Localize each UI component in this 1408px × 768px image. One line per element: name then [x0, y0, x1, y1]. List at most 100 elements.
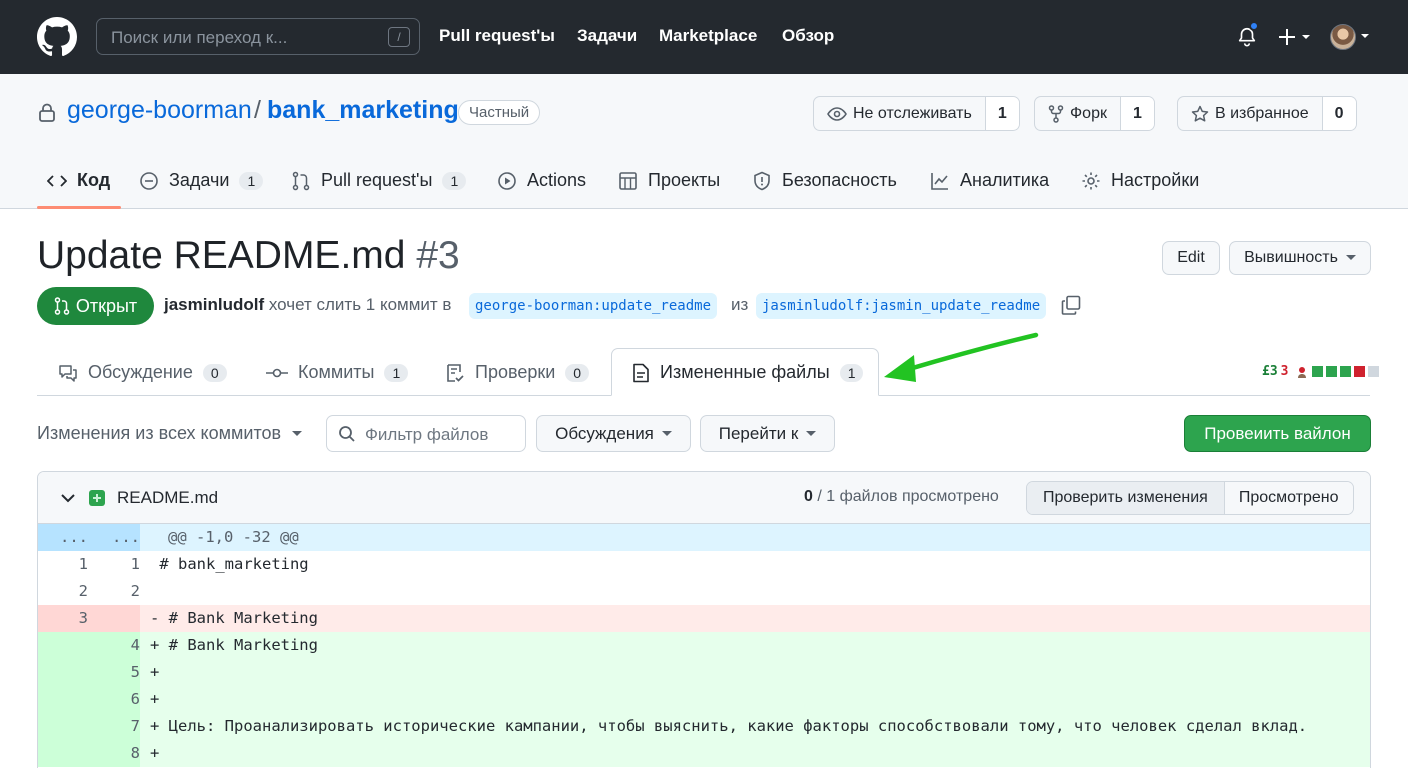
- tab-actions[interactable]: Actions: [497, 170, 586, 191]
- notification-indicator-icon: [1249, 21, 1259, 31]
- code-icon: [47, 174, 67, 187]
- graph-icon: [931, 172, 948, 190]
- pr-action-text: хочет слить 1 коммит в: [268, 295, 452, 314]
- old-line-number[interactable]: 2: [38, 578, 88, 605]
- tab-settings[interactable]: Настройки: [1081, 170, 1199, 191]
- discussions-label: Обсуждения: [555, 423, 654, 443]
- fork-label: Форк: [1070, 104, 1107, 122]
- old-line-number[interactable]: 1: [38, 551, 88, 578]
- fork-button[interactable]: Форк: [1035, 97, 1120, 130]
- diff-line: 4 + # Bank Marketing: [38, 632, 1370, 659]
- file-name-link[interactable]: README.md: [117, 488, 218, 508]
- new-line-number[interactable]: 1: [90, 551, 140, 578]
- head-branch-label[interactable]: jasminludolf:jasmin_update_readme: [756, 293, 1047, 319]
- github-logo-icon[interactable]: [37, 17, 77, 57]
- diff-hunk-header: ...... @@ -1,0 -32 @@: [38, 524, 1370, 551]
- edit-title-button[interactable]: Edit: [1162, 241, 1220, 275]
- avatar-small-icon: [1298, 366, 1307, 378]
- file-filter-input[interactable]: Фильтр файлов: [326, 415, 526, 452]
- tab-pull-requests-label: Pull request'ы: [321, 170, 433, 190]
- tab-insights[interactable]: Аналитика: [930, 170, 1049, 191]
- diff-line-code: - # Bank Marketing: [150, 609, 318, 627]
- tab-issues-count: 1: [239, 171, 264, 190]
- tab-files-changed-label: Измененные файлы: [660, 362, 830, 382]
- diff-line: 22: [38, 578, 1370, 605]
- new-line-number[interactable]: 6: [90, 686, 140, 713]
- new-line-number[interactable]: 2: [90, 578, 140, 605]
- tab-checks-label: Проверки: [475, 362, 556, 382]
- diff-line-code: +: [150, 663, 160, 681]
- eye-icon: [827, 106, 847, 121]
- fork-icon: [1048, 104, 1064, 123]
- checklist-icon: [447, 363, 464, 382]
- code-dropdown-button[interactable]: Вывишность: [1229, 241, 1371, 275]
- review-changes-button[interactable]: Провеиить вайлон: [1184, 415, 1371, 452]
- tab-security-label: Безопасность: [782, 170, 897, 190]
- user-avatar[interactable]: [1330, 24, 1356, 50]
- diff-line: 11 # bank_marketing: [38, 551, 1370, 578]
- star-button-group: В избранное 0: [1177, 96, 1357, 131]
- fork-count[interactable]: 1: [1119, 97, 1154, 130]
- review-file-button[interactable]: Проверить изменения: [1027, 482, 1225, 514]
- tab-files-changed-count: 1: [839, 363, 864, 382]
- new-line-number[interactable]: 7: [90, 713, 140, 740]
- tab-commits[interactable]: Коммиты 1: [266, 362, 409, 383]
- tab-commits-label: Коммиты: [298, 362, 375, 382]
- nav-issues[interactable]: Задачи: [577, 26, 637, 46]
- commit-icon: [266, 368, 288, 377]
- tab-code[interactable]: Код: [47, 170, 110, 191]
- tab-security[interactable]: Безопасность: [752, 170, 897, 191]
- old-line-number[interactable]: ...: [38, 524, 88, 551]
- new-line-number[interactable]: ...: [90, 524, 140, 551]
- collapse-chevron-icon[interactable]: [61, 494, 75, 504]
- discussions-dropdown[interactable]: Обсуждения: [536, 415, 691, 452]
- copy-icon[interactable]: [1061, 295, 1081, 315]
- search-placeholder: Поиск или переход к...: [111, 28, 288, 47]
- tab-issues[interactable]: Задачи 1: [139, 170, 264, 191]
- tab-pull-requests[interactable]: Pull request'ы 1: [291, 170, 467, 191]
- tab-projects[interactable]: Проекты: [618, 170, 720, 191]
- star-count[interactable]: 0: [1321, 97, 1356, 130]
- diff-line: 5 +: [38, 659, 1370, 686]
- repo-owner-link[interactable]: george-boorman: [67, 96, 252, 125]
- code-dropdown-label: Вывишность: [1244, 249, 1338, 266]
- avatar-chevron-down-icon[interactable]: [1360, 33, 1370, 41]
- tab-conversation-label: Обсуждение: [88, 362, 193, 382]
- issue-icon: [140, 171, 158, 190]
- repo-name-link[interactable]: bank_marketing: [267, 96, 459, 125]
- diffstat-block-4: [1354, 366, 1366, 377]
- pr-author-link[interactable]: jasminludolf: [164, 295, 264, 314]
- watch-count[interactable]: 1: [984, 97, 1019, 130]
- base-branch-label[interactable]: george-boorman:update_readme: [469, 293, 718, 319]
- chevron-down-icon: [661, 430, 672, 436]
- create-new-plus-icon[interactable]: [1278, 27, 1312, 47]
- tab-insights-label: Аналитика: [960, 170, 1050, 190]
- tab-files-changed[interactable]: Измененные файлы 1: [632, 362, 864, 383]
- diff-line-code: + # Bank Marketing: [150, 636, 318, 654]
- watch-button[interactable]: Не отслеживать: [814, 97, 985, 130]
- diff-line-code: +: [150, 690, 160, 708]
- diffstat-additions: £3: [1262, 364, 1278, 379]
- nav-explore[interactable]: Обзор: [782, 26, 834, 46]
- star-button[interactable]: В избранное: [1178, 97, 1322, 130]
- watch-button-group: Не отслеживать 1: [813, 96, 1020, 131]
- new-line-number[interactable]: 5: [90, 659, 140, 686]
- viewed-button[interactable]: Просмотрено: [1224, 482, 1353, 514]
- file-diff-box: README.md 0 / 1 файлов просмотрено Прове…: [37, 471, 1371, 768]
- changes-from-dropdown[interactable]: Изменения из всех коммитов: [37, 423, 303, 444]
- new-line-number[interactable]: 4: [90, 632, 140, 659]
- new-line-number[interactable]: 8: [90, 740, 140, 767]
- tab-conversation[interactable]: Обсуждение 0: [58, 362, 227, 383]
- tab-checks[interactable]: Проверки 0: [445, 362, 590, 383]
- tab-projects-label: Проекты: [648, 170, 721, 190]
- search-input[interactable]: Поиск или переход к... /: [96, 18, 420, 55]
- jump-to-dropdown[interactable]: Перейти к: [700, 415, 835, 452]
- pr-meta: jasminludolf хочет слить 1 коммит в: [164, 295, 451, 315]
- shield-icon: [754, 171, 770, 190]
- pr-title-text: Update README.md: [37, 234, 406, 277]
- active-tab-underline: [37, 206, 121, 209]
- nav-marketplace[interactable]: Marketplace: [659, 26, 757, 46]
- tab-code-label: Код: [77, 170, 111, 190]
- old-line-number[interactable]: 3: [38, 605, 88, 632]
- nav-pull-requests[interactable]: Pull request'ы: [439, 26, 555, 46]
